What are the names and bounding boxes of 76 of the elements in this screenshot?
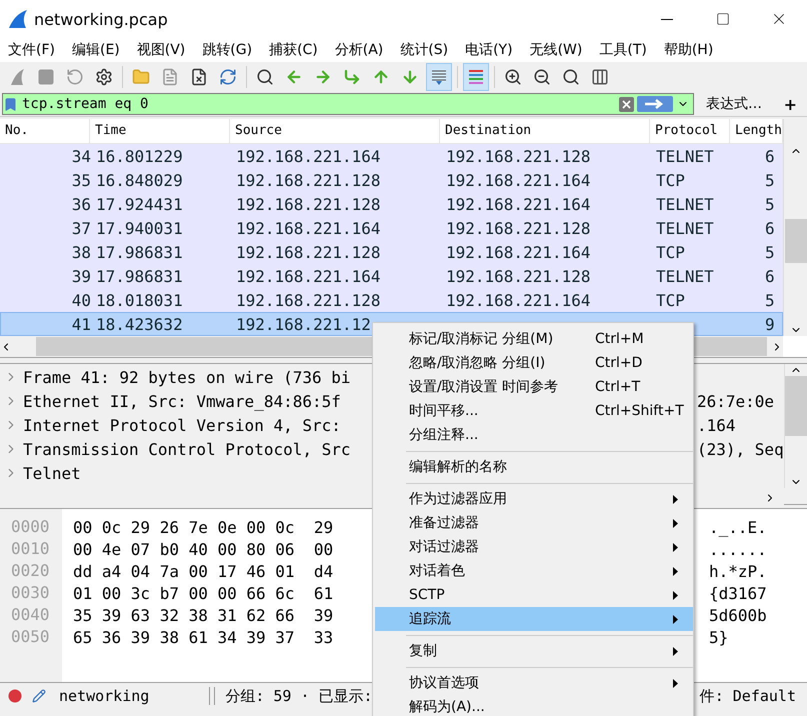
table-cell-text: 6 (764, 146, 776, 166)
table-cell-text: 36 (70, 194, 91, 214)
table-cell-text: 192.168.221.128 (235, 290, 382, 310)
detail-text: Transmission Control Protocol, Src (23, 440, 352, 458)
table-cell-text: 192.168.221.128 (445, 146, 592, 166)
table-cell-text: TCP (655, 242, 686, 262)
ascii-text: ._..E. (709, 518, 768, 536)
table-cell-text: 18.018031 (95, 290, 184, 310)
table-cell-text: 41 (70, 314, 91, 334)
table-cell-text: 192.168.221.164 (445, 194, 592, 214)
table-cell-text: 16.801229 (95, 146, 184, 166)
table-cell-text: 17.986831 (95, 266, 184, 286)
detail-text: Frame 41: 92 bytes on wire (736 bi (23, 368, 352, 386)
table-cell-text: 18.423632 (95, 314, 184, 334)
detail-text: Internet Protocol Version 4, Src: (23, 416, 342, 434)
table-cell-text: TCP (655, 290, 686, 310)
ascii-text: 5} (709, 628, 730, 646)
table-cell-text: TELNET (655, 194, 715, 214)
ascii-text: ...... (709, 540, 768, 558)
table-cell-text: 35 (70, 170, 91, 190)
table-cell-text: 192.168.221.128 (445, 218, 592, 238)
detail-text: Telnet (23, 464, 82, 482)
offset-text: 0030 (10, 582, 51, 604)
offset-text: 0040 (10, 604, 51, 626)
table-cell-text: 192.168.221.164 (445, 170, 592, 190)
hex-bytes: 00 0c 29 26 7e 0e 00 0c 29 (73, 518, 334, 536)
table-cell-text: 6 (764, 266, 776, 286)
table-cell-text: TELNET (655, 146, 715, 166)
table-cell-text: 40 (70, 290, 91, 310)
hex-bytes: 35 39 63 32 38 31 62 66 39 (73, 606, 334, 624)
table-cell-text: 192.168.221.128 (445, 266, 592, 286)
table-cell-text: 34 (70, 146, 91, 166)
hex-bytes: dd a4 04 7a 00 17 46 01 d4 (73, 562, 334, 580)
hex-bytes: 00 4e 07 b0 40 00 80 06 00 (73, 540, 334, 558)
table-cell-text: 16.848029 (95, 170, 184, 190)
table-cell-text: 192.168.221.164 (445, 242, 592, 262)
table-cell-text: 192.168.221.128 (235, 242, 382, 262)
table-cell-text: 17.940031 (95, 218, 184, 238)
detail-text: Ethernet II, Src: Vmware_84:86:5f (23, 392, 342, 410)
packet-count: 分组: 59 · 已显示: (225, 686, 373, 706)
offset-text: 0010 (10, 538, 51, 560)
table-cell-text: TELNET (655, 266, 715, 286)
table-cell-text: 37 (70, 218, 91, 238)
table-cell-text: 192.168.221.128 (235, 170, 382, 190)
window-title: networking.pcap (34, 10, 169, 28)
hex-bytes: 65 36 39 38 61 34 39 37 33 (73, 628, 334, 646)
table-cell-text: 17.986831 (95, 242, 184, 262)
table-cell-text: 192.168.221.164 (235, 266, 382, 286)
table-cell-text: TELNET (655, 218, 715, 238)
detail-text: 26:7e:0e (697, 392, 776, 410)
offset-text: 0050 (10, 626, 51, 648)
table-cell-text: 5 (764, 194, 776, 214)
table-cell-text: 5 (764, 290, 776, 310)
table-cell-text: 5 (764, 170, 776, 190)
table-cell-text: 38 (70, 242, 91, 262)
ascii-text: h.*zP. (709, 562, 768, 580)
offset-text: 0000 (10, 516, 51, 538)
table-cell-text: 192.168.221.128 (235, 194, 382, 214)
ascii-text: {d3167 (709, 584, 768, 602)
ascii-text: 5d600b (709, 606, 768, 624)
table-cell-text: 9 (764, 314, 776, 334)
file-name: networking (59, 687, 150, 705)
detail-text: (23), Seq (697, 440, 784, 458)
profile-text: 件: Default (700, 686, 796, 706)
table-cell-text: 192.168.221.12 (235, 314, 372, 334)
table-cell-text: 192.168.221.164 (235, 146, 382, 166)
table-cell-text: 17.924431 (95, 194, 184, 214)
table-cell-text: 192.168.221.164 (445, 290, 592, 310)
offset-text: 0020 (10, 560, 51, 582)
table-cell-text: 6 (764, 218, 776, 238)
hex-bytes: 01 00 3c b7 00 00 66 6c 61 (73, 584, 334, 602)
detail-text: .164 (697, 416, 737, 434)
table-cell-text: 5 (764, 242, 776, 262)
table-cell-text: TCP (655, 170, 686, 190)
table-cell-text: 192.168.221.164 (235, 218, 382, 238)
table-cell-text: 39 (70, 266, 91, 286)
